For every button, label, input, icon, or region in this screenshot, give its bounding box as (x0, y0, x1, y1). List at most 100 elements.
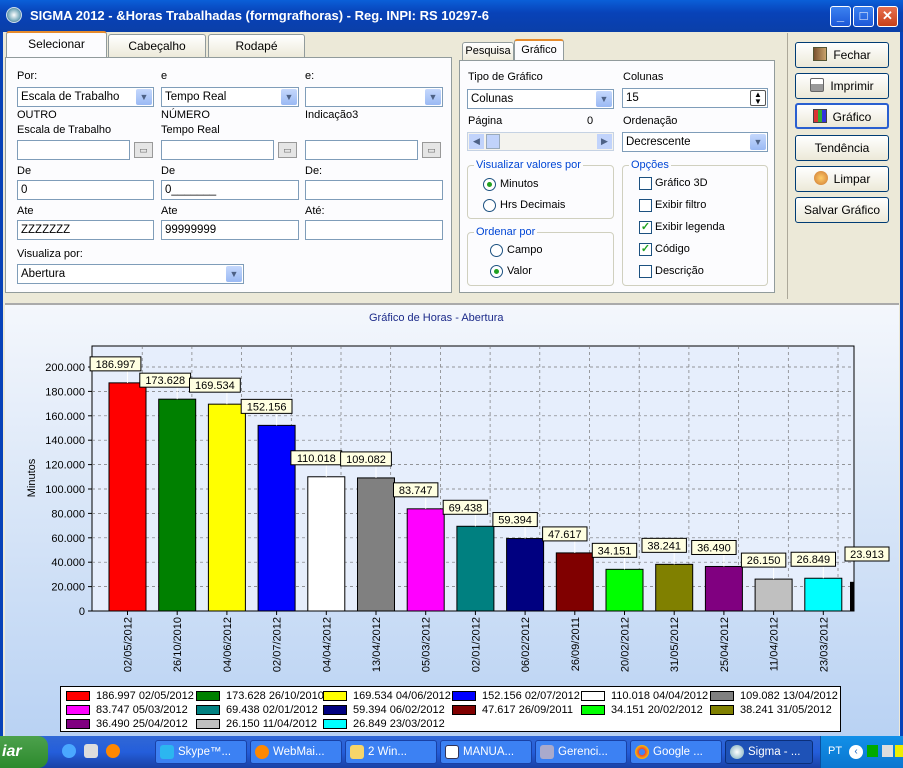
ate-input-3[interactable] (305, 220, 443, 240)
ate-label-2: Ate (161, 205, 178, 217)
check-descricao[interactable] (639, 265, 652, 278)
chevron-down-icon[interactable]: ▼ (226, 266, 242, 282)
tab-selecionar[interactable]: Selecionar (6, 31, 107, 58)
taskbar-item-sigma[interactable]: Sigma - ... (725, 740, 813, 764)
check-codigo[interactable]: ✓ (639, 243, 652, 256)
e-select[interactable]: Tempo Real ▼ (161, 87, 299, 107)
tendencia-button[interactable]: Tendência (795, 135, 889, 161)
radio-hrs-decimais[interactable] (483, 199, 496, 212)
por-value: Escala de Trabalho (21, 91, 120, 103)
check-grafico-3d[interactable] (639, 177, 652, 190)
lookup-icon[interactable]: ▭ (422, 142, 441, 158)
tray-display-icon[interactable] (882, 745, 893, 757)
app-icon[interactable] (6, 7, 22, 23)
data-label: 26.150 (747, 555, 781, 567)
tab-pesquisa[interactable]: Pesquisa (462, 42, 514, 61)
field-input-1[interactable] (17, 140, 130, 160)
chevron-left-icon[interactable]: ‹ (849, 745, 863, 759)
e2-select[interactable]: ▼ (305, 87, 443, 107)
grafico-button[interactable]: Gráfico (795, 103, 889, 129)
chevron-down-icon[interactable]: ▼ (425, 89, 441, 105)
taskbar-item-manual[interactable]: MANUA... (440, 740, 532, 764)
limpar-button[interactable]: Limpar (795, 166, 889, 192)
desktop-icon[interactable] (84, 744, 98, 758)
fechar-button[interactable]: Fechar (795, 42, 889, 68)
ate-input-2[interactable]: 99999999 (161, 220, 299, 240)
taskbar: iar Skype™... WebMai... 2 Win... MANUA..… (0, 736, 903, 768)
y-tick-label: 0 (79, 606, 85, 618)
firefox-icon[interactable] (106, 744, 120, 758)
radio-minutos[interactable] (483, 178, 496, 191)
pagina-scrollbar[interactable]: ◀ ▶ (467, 132, 614, 151)
close-button[interactable]: ✕ (877, 6, 898, 27)
taskbar-item-gerenciador[interactable]: Gerenci... (535, 740, 627, 764)
tab-grafico[interactable]: Gráfico (514, 39, 564, 61)
por-select[interactable]: Escala de Trabalho ▼ (17, 87, 154, 107)
ordenar-group: Ordenar por Campo Valor (467, 226, 614, 286)
chevron-down-icon[interactable]: ▼ (136, 89, 152, 105)
legend-entry: 173.628 26/10/2010 (226, 690, 324, 702)
legend-swatch (196, 719, 220, 729)
tab-rodape[interactable]: Rodapé (208, 34, 305, 58)
minimize-button[interactable]: _ (830, 6, 851, 27)
taskbar-item-label: Google ... (653, 746, 703, 758)
field-input-2[interactable] (161, 140, 274, 160)
taskbar-item-google[interactable]: Google ... (630, 740, 722, 764)
ordenacao-select[interactable]: Decrescente ▼ (622, 132, 768, 152)
maximize-button[interactable]: □ (853, 6, 874, 27)
firefox-icon (255, 745, 269, 759)
de-input-3[interactable] (305, 180, 443, 200)
check-exibir-filtro[interactable] (639, 199, 652, 212)
legend-entry: 152.156 02/07/2012 (482, 690, 580, 702)
salvar-grafico-button[interactable]: Salvar Gráfico (795, 197, 889, 223)
imprimir-button[interactable]: Imprimir (795, 73, 889, 99)
taskbar-item-webmail[interactable]: WebMai... (250, 740, 342, 764)
legend-swatch (581, 691, 605, 701)
de-label-3: De: (305, 165, 323, 177)
start-button[interactable]: iar (0, 736, 48, 768)
opcoes-group: Opções Gráfico 3D Exibir filtro ✓ Exibir… (622, 159, 768, 286)
chevron-down-icon[interactable]: ▼ (750, 134, 766, 150)
pagina-label: Página (468, 115, 503, 127)
spinner-arrows-icon[interactable]: ▲ ▼ (750, 90, 766, 106)
lookup-icon[interactable]: ▭ (134, 142, 153, 158)
eraser-icon (813, 171, 828, 185)
visualiza-select[interactable]: Abertura ▼ (17, 264, 244, 284)
kind-label-3: Indicação3 (305, 109, 359, 121)
salvar-grafico-label: Salvar Gráfico (803, 203, 881, 217)
chevron-down-icon[interactable]: ▼ (281, 89, 297, 105)
bar (754, 578, 793, 612)
tipo-select[interactable]: Colunas ▼ (467, 89, 614, 109)
colunas-spinner[interactable]: 15 ▲ ▼ (622, 88, 768, 108)
taskbar-item-label: WebMai... (273, 746, 325, 758)
field-input-3[interactable] (305, 140, 418, 160)
x-axis-ticks: 02/05/2012 26/10/2010 04/06/2012 02/07/2012… (123, 611, 830, 672)
scroll-left-icon[interactable]: ◀ (469, 134, 484, 149)
radio-valor[interactable] (490, 265, 503, 278)
computer-icon (540, 745, 554, 759)
legend-swatch (581, 705, 605, 715)
legend-swatch (452, 691, 476, 701)
chevron-down-icon[interactable]: ▼ (596, 91, 612, 107)
ordenar-title: Ordenar por (474, 226, 538, 238)
ie-icon[interactable] (62, 744, 76, 758)
data-label: 152.156 (247, 401, 287, 413)
tray-shield-icon[interactable] (895, 745, 903, 757)
de-input-2[interactable]: 0_______ (161, 180, 299, 200)
tab-cabecalho[interactable]: Cabeçalho (108, 34, 206, 58)
tray-network-icon[interactable] (867, 745, 878, 757)
taskbar-item-skype[interactable]: Skype™... (155, 740, 247, 764)
scroll-thumb[interactable] (486, 134, 500, 149)
check-exibir-legenda[interactable]: ✓ (639, 221, 652, 234)
x-tick-label: 26/10/2010 (172, 617, 184, 672)
legend-swatch (452, 705, 476, 715)
radio-campo[interactable] (490, 244, 503, 257)
tendencia-label: Tendência (814, 141, 870, 155)
visualiza-label: Visualiza por: (17, 248, 83, 260)
language-indicator[interactable]: PT (828, 745, 842, 757)
taskbar-item-windows[interactable]: 2 Win... (345, 740, 437, 764)
scroll-right-icon[interactable]: ▶ (597, 134, 612, 149)
ate-input-1[interactable]: ZZZZZZZ (17, 220, 154, 240)
lookup-icon[interactable]: ▭ (278, 142, 297, 158)
de-input-1[interactable]: 0 (17, 180, 154, 200)
